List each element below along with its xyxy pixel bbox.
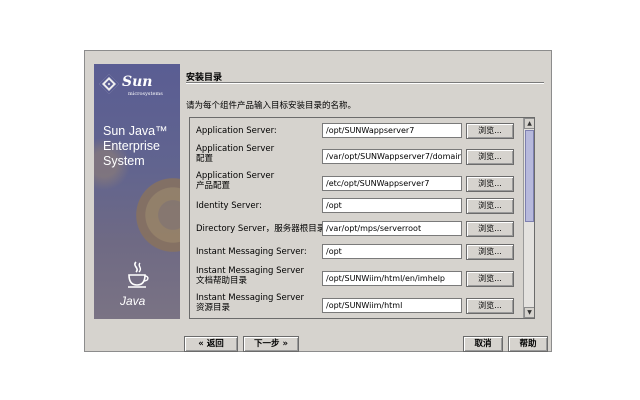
product-title-line: Enterprise bbox=[103, 139, 160, 153]
java-cup-icon bbox=[128, 261, 149, 288]
component-label-line: 资源目录 bbox=[196, 303, 231, 313]
help-button[interactable]: 帮助 bbox=[508, 336, 548, 352]
title-divider bbox=[186, 82, 544, 84]
browse-button[interactable]: 浏览... bbox=[466, 123, 514, 139]
cancel-button[interactable]: 取消 bbox=[463, 336, 503, 352]
component-label: Application Server 产品配置 bbox=[196, 171, 274, 191]
component-label-line: Application Server: bbox=[196, 126, 277, 136]
browse-button[interactable]: 浏览... bbox=[466, 244, 514, 260]
java-wordmark: Java bbox=[120, 294, 146, 308]
component-label-line: 配置 bbox=[196, 154, 214, 164]
sun-logo-icon bbox=[99, 74, 119, 94]
browse-button[interactable]: 浏览... bbox=[466, 176, 514, 192]
browse-button[interactable]: 浏览... bbox=[466, 221, 514, 237]
component-label-line: 文档帮助目录 bbox=[196, 276, 248, 286]
directory-row: Instant Messaging Server 文档帮助目录/opt/SUNWi… bbox=[190, 266, 520, 292]
install-path-field[interactable]: /opt/SUNWiim/html bbox=[322, 298, 462, 313]
installer-window: Sun microsystems Sun Java™ Enterprise Sy… bbox=[84, 50, 552, 352]
directory-row: Application Server 产品配置/etc/opt/SUNWappse… bbox=[190, 171, 520, 197]
component-label-line: Directory Server，服务器根目录: bbox=[196, 224, 329, 234]
component-label: Instant Messaging Server 资源目录 bbox=[196, 293, 304, 313]
browse-button[interactable]: 浏览... bbox=[466, 198, 514, 214]
component-label: Application Server 配置 bbox=[196, 144, 274, 164]
scroll-down-arrow-icon[interactable]: ▼ bbox=[524, 307, 534, 318]
product-title-line: System bbox=[103, 154, 145, 168]
scroll-up-arrow-icon[interactable]: ▲ bbox=[524, 118, 534, 129]
install-path-field[interactable]: /etc/opt/SUNWappserver7 bbox=[322, 176, 462, 191]
sun-logo-subtext: microsystems bbox=[128, 91, 163, 97]
component-label-line: Instant Messaging Server bbox=[196, 266, 305, 276]
component-label: Identity Server: bbox=[196, 201, 262, 211]
gear-graphic bbox=[130, 172, 180, 258]
component-label: Instant Messaging Server: bbox=[196, 247, 307, 257]
component-label-line: Instant Messaging Server: bbox=[196, 247, 307, 257]
component-label: Instant Messaging Server 文档帮助目录 bbox=[196, 266, 304, 286]
component-label-line: 产品配置 bbox=[196, 181, 231, 191]
install-path-field[interactable]: /var/opt/mps/serverroot bbox=[322, 221, 462, 236]
brand-panel: Sun microsystems Sun Java™ Enterprise Sy… bbox=[94, 64, 180, 319]
sun-logo: Sun microsystems bbox=[99, 74, 172, 100]
instruction-text: 请为每个组件产品输入目标安装目录的名称。 bbox=[186, 101, 357, 111]
sun-logo-text: Sun bbox=[122, 74, 153, 90]
directory-row: Application Server 配置/var/opt/SUNWappserv… bbox=[190, 144, 520, 170]
directory-list: Application Server: /opt/SUNWappserver7 浏览… bbox=[189, 117, 535, 319]
component-label-line: Application Server bbox=[196, 171, 275, 181]
install-path-field[interactable]: /var/opt/SUNWappserver7/domains bbox=[322, 149, 462, 164]
product-title: Sun Java™ Enterprise System bbox=[103, 124, 179, 169]
back-button[interactable]: « 返回 bbox=[184, 336, 238, 352]
product-title-line: Sun Java™ bbox=[103, 124, 168, 138]
vertical-scrollbar[interactable]: ▲ ▼ bbox=[523, 118, 534, 318]
install-path-field[interactable]: /opt/SUNWiim/html/en/imhelp bbox=[322, 271, 462, 286]
next-button[interactable]: 下一步 » bbox=[243, 336, 299, 352]
install-path-field[interactable]: /opt bbox=[322, 244, 462, 259]
install-path-field[interactable]: /opt/SUNWappserver7 bbox=[322, 123, 462, 138]
component-label: Directory Server，服务器根目录: bbox=[196, 224, 328, 234]
component-label: Application Server: bbox=[196, 126, 277, 136]
component-label-line: Identity Server: bbox=[196, 201, 262, 211]
scroll-thumb[interactable] bbox=[525, 130, 534, 222]
browse-button[interactable]: 浏览... bbox=[466, 149, 514, 165]
component-label-line: Application Server bbox=[196, 144, 275, 154]
browse-button[interactable]: 浏览... bbox=[466, 298, 514, 314]
install-path-field[interactable]: /opt bbox=[322, 198, 462, 213]
browse-button[interactable]: 浏览... bbox=[466, 271, 514, 287]
component-label-line: Instant Messaging Server bbox=[196, 293, 305, 303]
directory-row: Instant Messaging Server 资源目录/opt/SUNWiim… bbox=[190, 293, 520, 318]
